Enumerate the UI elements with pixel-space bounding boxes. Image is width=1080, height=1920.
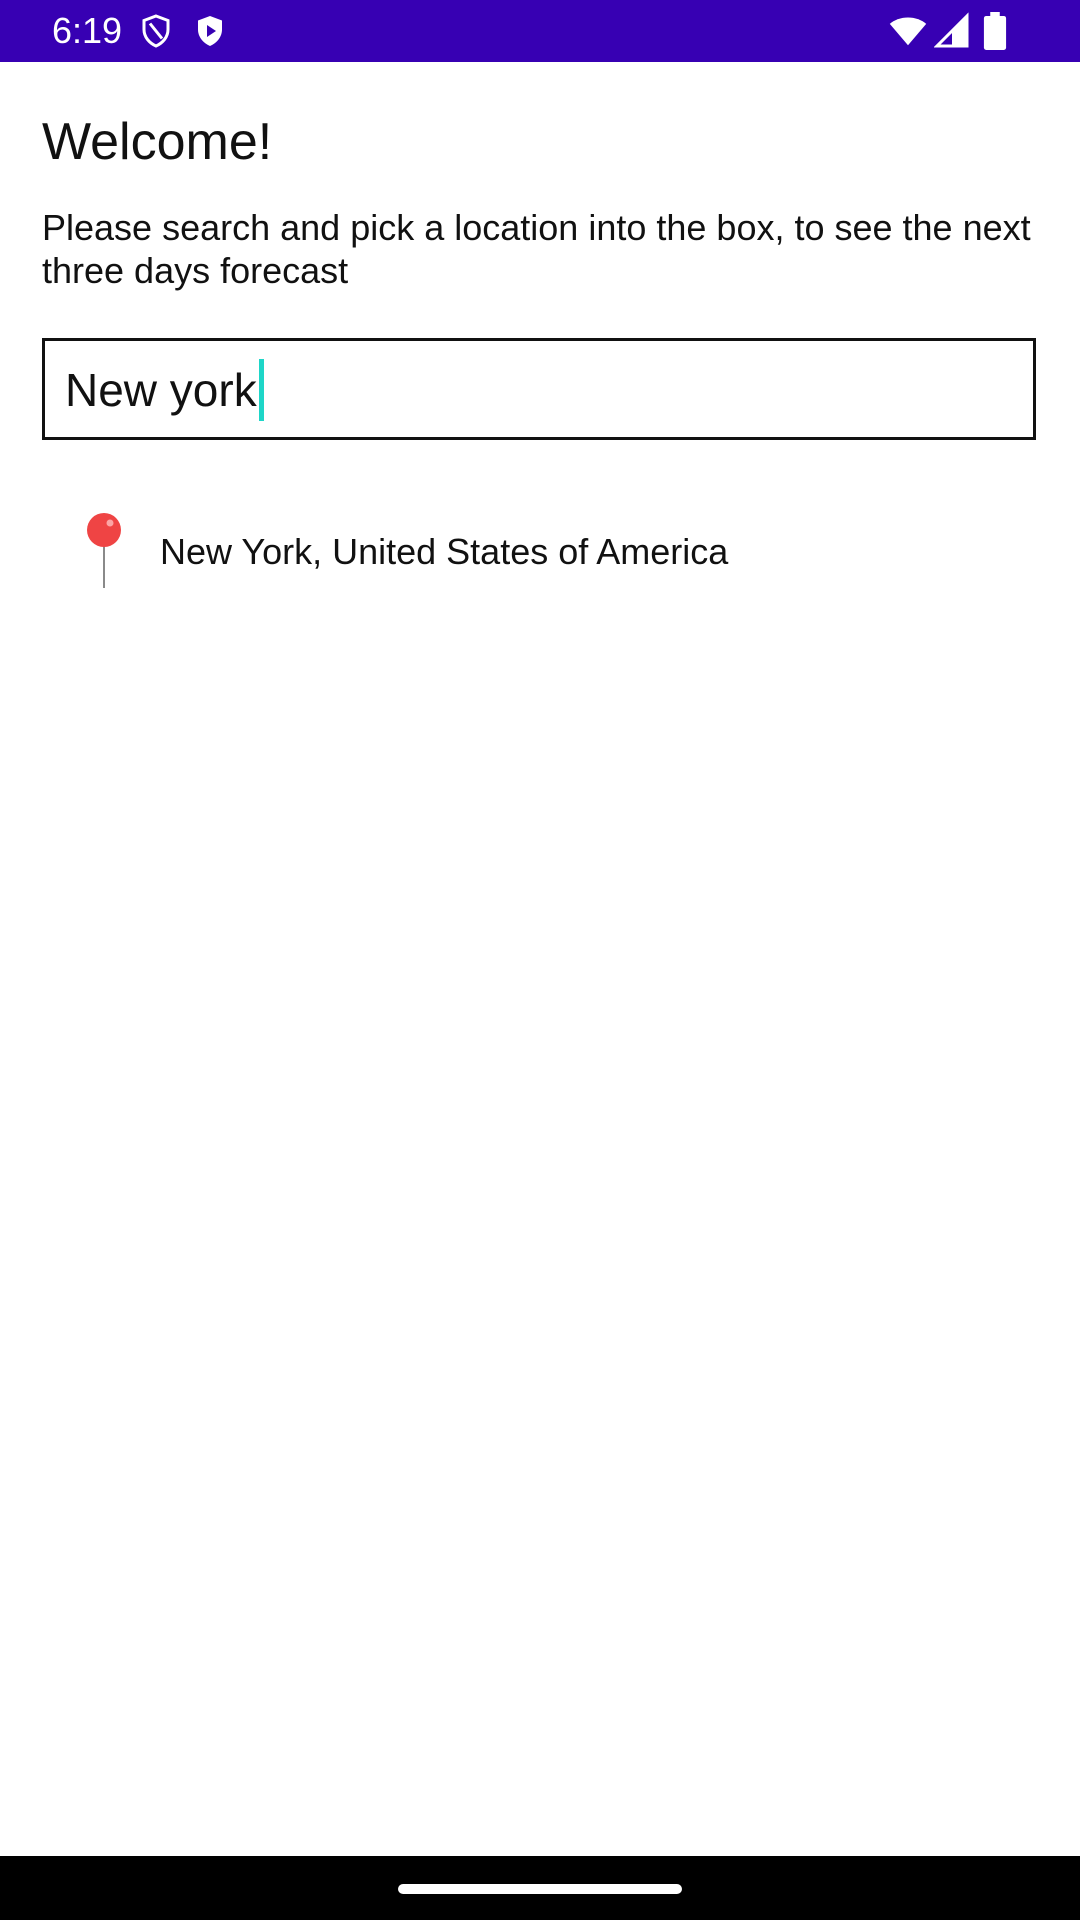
- text-caret: [258, 359, 264, 421]
- map-pin-icon: [84, 512, 124, 588]
- cell-signal-icon: [934, 12, 970, 50]
- battery-icon: [982, 12, 1008, 50]
- page-title: Welcome!: [42, 113, 273, 171]
- instructions-text: Please search and pick a location into t…: [42, 207, 1031, 291]
- screen: 6:19 Welcome! Please search and pick a l…: [0, 0, 1080, 1920]
- status-bar: 6:19: [0, 0, 1080, 62]
- home-gesture-handle[interactable]: [398, 1884, 682, 1894]
- wifi-icon: [888, 12, 928, 50]
- location-result-label: New York, United States of America: [160, 531, 729, 572]
- location-search-field[interactable]: New york: [42, 338, 1036, 440]
- status-time: 6:19: [52, 10, 123, 51]
- shield-outline-icon: [138, 12, 174, 50]
- location-result-item[interactable]: New York, United States of America: [42, 500, 1036, 600]
- navigation-bar: [0, 1856, 1080, 1920]
- location-search-input[interactable]: New york: [65, 359, 1005, 421]
- play-shield-icon: [192, 12, 228, 50]
- search-input-value: New york: [65, 364, 257, 416]
